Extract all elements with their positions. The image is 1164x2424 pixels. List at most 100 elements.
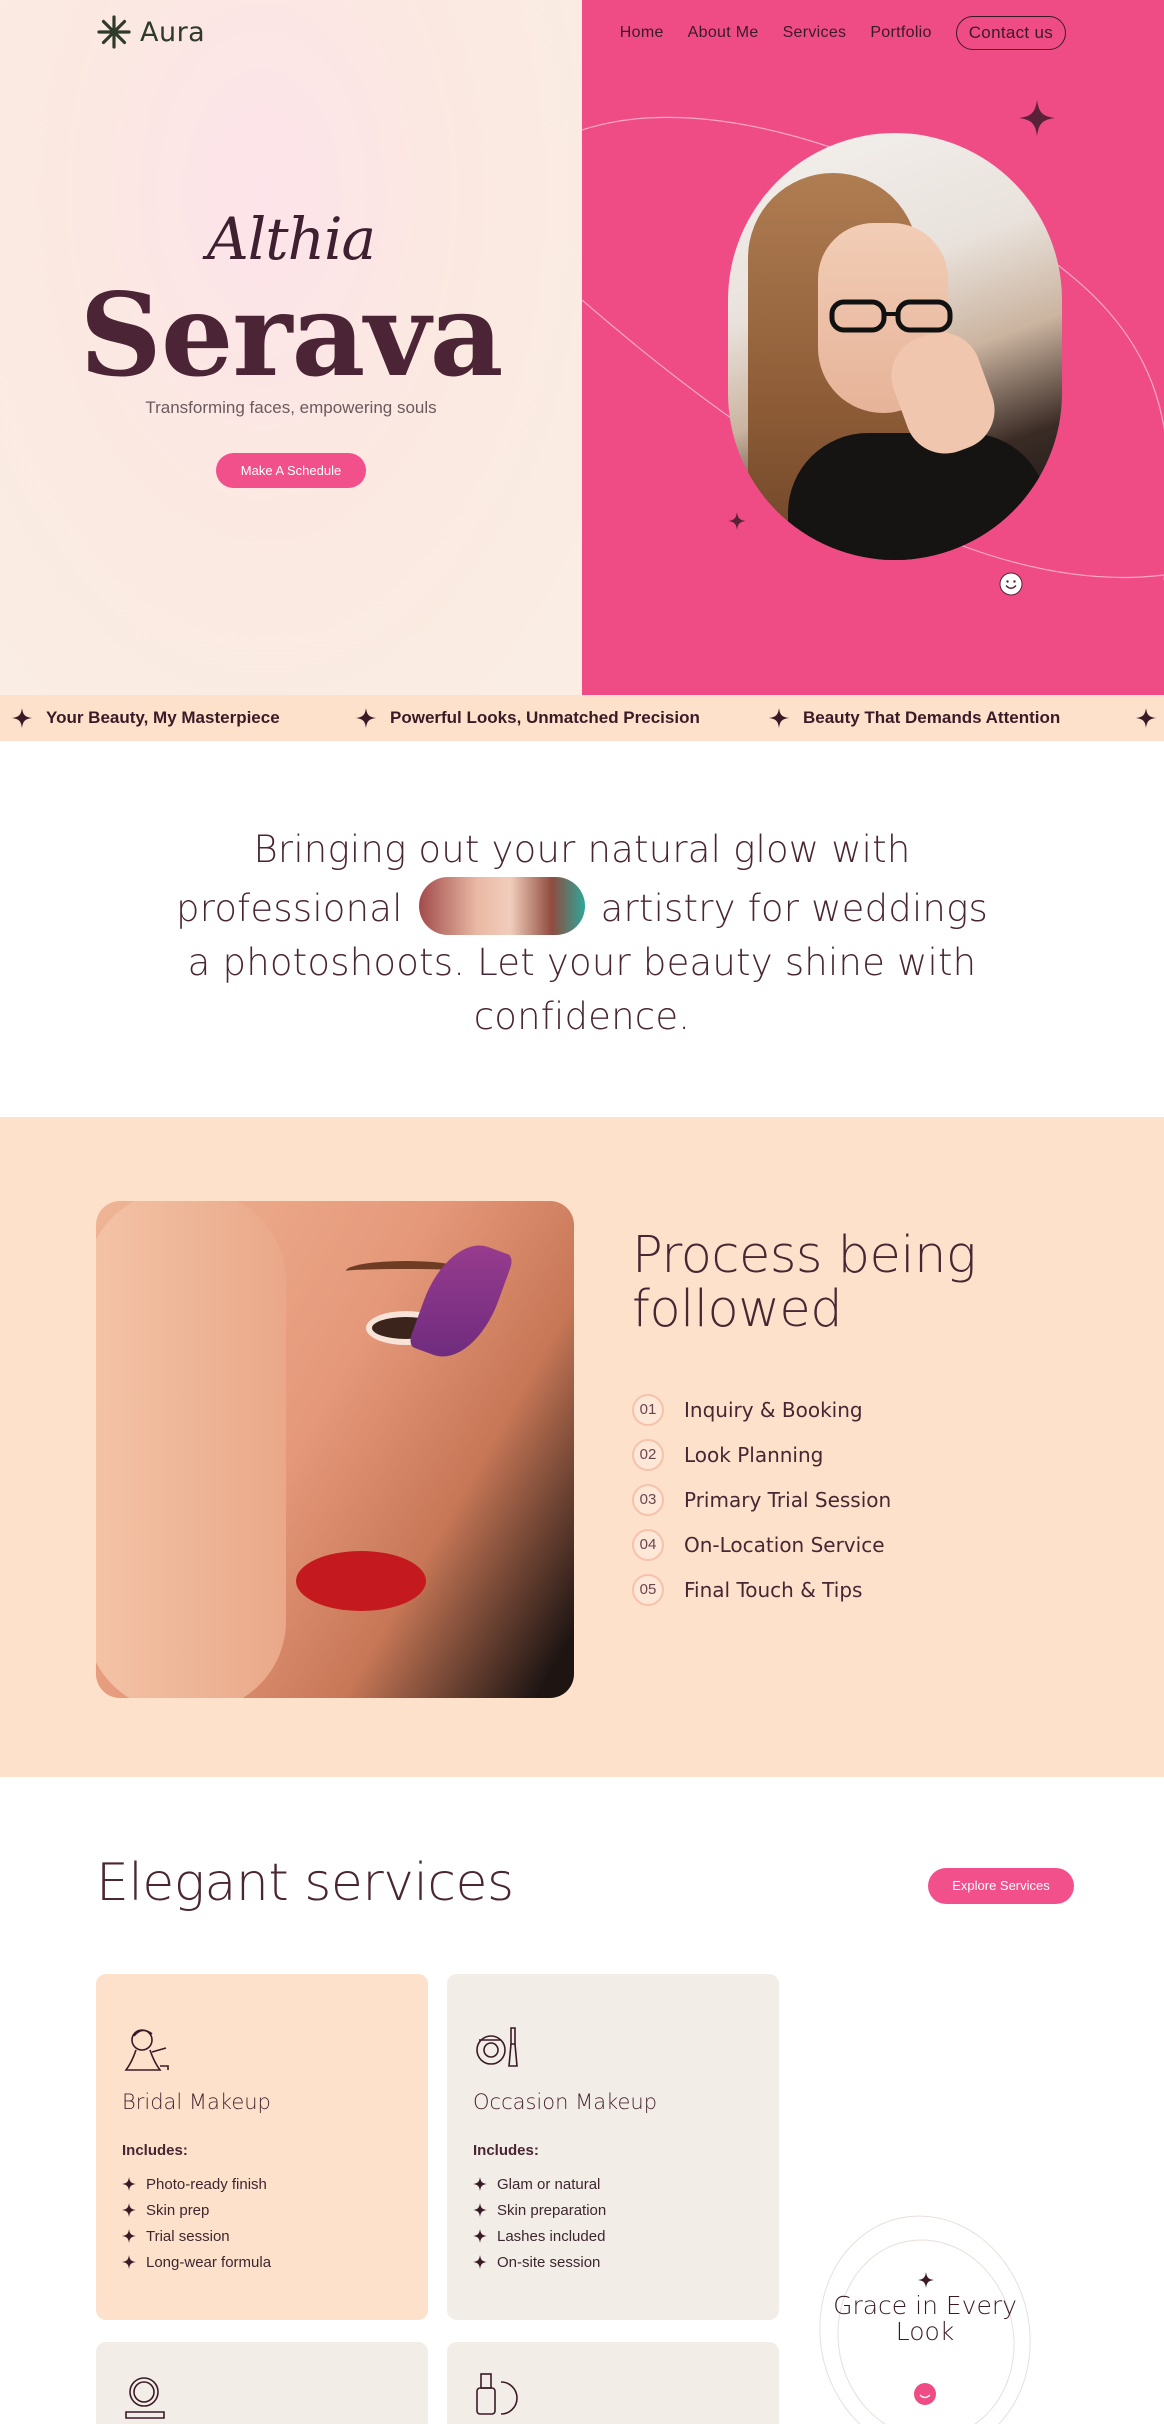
card-title: Occasion Makeup [473,2090,658,2114]
process-steps: 01 Inquiry & Booking 02 Look Planning 03… [632,1387,891,1612]
list-item-text: Skin prep [146,2201,210,2219]
card-includes-label: Includes: [122,2142,188,2159]
list-item: Long-wear formula [122,2249,402,2275]
list-item: Lashes included [473,2223,753,2249]
process-step: 02 Look Planning [632,1432,891,1477]
flower-logo-icon [97,15,131,49]
makeup-palette-icon [476,2027,518,2067]
service-card-partial[interactable] [96,2342,428,2424]
contact-us-button[interactable]: Contact us [955,16,1066,50]
step-label: Look Planning [684,1442,824,1467]
brand-logo[interactable]: Aura [96,14,205,50]
step-label: Final Touch & Tips [684,1577,863,1602]
smiley-icon [999,572,1023,596]
step-label: Inquiry & Booking [684,1397,863,1422]
main-nav: Home About Me Services Portfolio Contact… [620,16,1066,50]
step-number: 03 [632,1483,664,1516]
list-item: Skin prep [122,2197,402,2223]
bride-icon [124,2029,169,2071]
list-item-text: On-site session [497,2253,601,2271]
process-title: Process being followed [632,1226,977,1339]
card-feature-list: Glam or natural Skin preparation Lashes … [473,2171,753,2275]
step-number: 05 [632,1573,664,1606]
process-step: 05 Final Touch & Tips [632,1567,891,1612]
nail-polish-icon [476,2373,518,2415]
list-item: On-site session [473,2249,753,2275]
sparkle-bullet-icon [122,2255,136,2269]
sparkle-bullet-icon [122,2177,136,2191]
nav-portfolio[interactable]: Portfolio [870,24,931,42]
card-title: Bridal Makeup [122,2090,271,2114]
intro-line: artistry for weddings [600,887,988,930]
sparkle-bullet-icon [473,2177,487,2191]
sparkle-icon [918,2272,934,2288]
service-card-occasion[interactable]: Occasion Makeup Includes: Glam or natura… [447,1974,779,2320]
service-card-bridal[interactable]: Bridal Makeup Includes: Photo-ready fini… [96,1974,428,2320]
step-number: 02 [632,1438,664,1471]
sparkle-icon [769,708,789,728]
list-item-text: Trial session [146,2227,230,2245]
intro-section: Bringing out your natural glow with prof… [0,741,1164,1117]
sparkle-bullet-icon [473,2255,487,2269]
intro-statement: Bringing out your natural glow with prof… [140,823,1024,1044]
marquee-item: Your Beauty, My Masterpiece [12,695,280,741]
nav-about-me[interactable]: About Me [688,24,759,42]
step-label: On-Location Service [684,1532,885,1557]
process-step: 01 Inquiry & Booking [632,1387,891,1432]
sparkle-icon [356,708,376,728]
hero-right-panel [582,0,1164,695]
process-step: 03 Primary Trial Session [632,1477,891,1522]
list-item-text: Lashes included [497,2227,606,2245]
grace-badge: Grace in Every Look [797,2195,1053,2424]
list-item: Photo-ready finish [122,2171,402,2197]
list-item-text: Skin preparation [497,2201,607,2219]
sparkle-bullet-icon [122,2203,136,2217]
hero-signature: Althia [206,205,376,273]
card-feature-list: Photo-ready finish Skin prep Trial sessi… [122,2171,402,2275]
hero-title: Serava [79,268,504,402]
list-item-text: Glam or natural [497,2175,601,2193]
brand-name: Aura [140,16,206,48]
process-step: 04 On-Location Service [632,1522,891,1567]
card-includes-label: Includes: [473,2142,539,2159]
sparkle-icon [1136,708,1156,728]
sparkle-bullet-icon [122,2229,136,2243]
hero-section: Aura Althia Serava Transforming faces, e… [0,0,1164,695]
list-item: Skin preparation [473,2197,753,2223]
list-item-text: Photo-ready finish [146,2175,267,2193]
marquee-item: Powerful Looks, Unmatched Precision [356,695,700,741]
service-card-partial[interactable] [447,2342,779,2424]
step-number: 01 [632,1393,664,1426]
marquee-item: Beauty That Demands Attention [769,695,1060,741]
make-schedule-button[interactable]: Make A Schedule [216,453,366,488]
list-item: Trial session [122,2223,402,2249]
grace-badge-text: Grace in Every Look [833,2291,1017,2346]
intro-line: professional [176,887,403,930]
marquee-strip: Your Beauty, My Masterpiece Powerful Loo… [0,695,1164,741]
marquee-text: Powerful Looks, Unmatched Precision [390,708,700,727]
marquee-text: Your Beauty, My Masterpiece [46,708,280,727]
process-section: Process being followed 01 Inquiry & Book… [0,1117,1164,1777]
sparkle-icon [728,512,746,530]
nav-services[interactable]: Services [783,24,847,42]
sparkle-bullet-icon [473,2203,487,2217]
intro-line: confidence. [473,995,691,1038]
marquee-item [1136,695,1156,741]
step-number: 04 [632,1528,664,1561]
hero-left-panel: Aura Althia Serava Transforming faces, e… [0,0,582,695]
smiley-icon [914,2383,936,2405]
hero-portrait-image [728,133,1062,560]
intro-line: Bringing out your natural glow with [253,828,911,871]
services-title: Elegant services [96,1853,514,1913]
nav-home[interactable]: Home [620,24,664,42]
marquee-text: Beauty That Demands Attention [803,708,1061,727]
explore-services-button[interactable]: Explore Services [928,1868,1074,1904]
inline-face-image [418,877,585,935]
process-image [96,1201,574,1698]
list-item-text: Long-wear formula [146,2253,272,2271]
sparkle-bullet-icon [473,2229,487,2243]
step-label: Primary Trial Session [684,1487,892,1512]
intro-line: a photoshoots. Let your beauty shine wit… [187,941,977,984]
sparkle-icon [1019,100,1055,136]
hero-subtitle: Transforming faces, empowering souls [145,398,437,417]
